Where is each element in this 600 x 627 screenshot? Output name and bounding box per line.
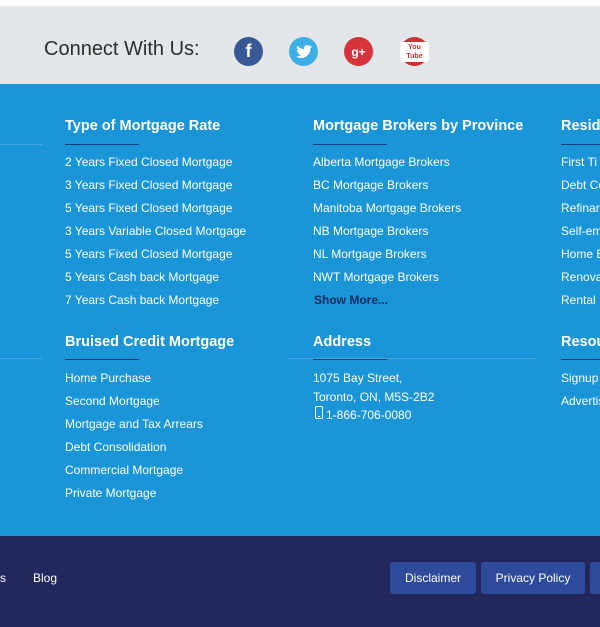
heading-resources: Resou — [561, 334, 600, 350]
phone-icon — [315, 406, 323, 419]
link-3yr-fixed[interactable]: 3 Years Fixed Closed Mortgage — [65, 178, 232, 192]
privacy-policy-button[interactable]: Privacy Policy — [481, 562, 585, 594]
facebook-icon[interactable]: f — [234, 37, 263, 66]
link-signup[interactable]: Signup — [561, 371, 598, 385]
link-advertise[interactable]: Advertis — [561, 394, 600, 408]
connect-title: Connect With Us: — [44, 38, 200, 60]
connect-bar: Connect With Us: f g+ You Tube — [0, 6, 600, 84]
heading-residential: Resid — [561, 118, 600, 134]
link-nwt[interactable]: NWT Mortgage Brokers — [313, 270, 439, 284]
link-debt-consolidation-bruised[interactable]: Debt Consolidation — [65, 440, 166, 454]
link-nb[interactable]: NB Mortgage Brokers — [313, 224, 428, 238]
disclaimer-button[interactable]: Disclaimer — [390, 562, 476, 594]
show-more-link[interactable]: Show More... — [314, 293, 388, 307]
heading-mortgage-rate: Type of Mortgage Rate — [65, 118, 221, 134]
footer-main: Type of Mortgage Rate 2 Years Fixed Clos… — [0, 84, 600, 536]
partial-button[interactable] — [590, 562, 600, 594]
link-first-time[interactable]: First Ti — [561, 155, 597, 169]
address-line1: 1075 Bay Street, — [313, 371, 403, 385]
heading-address: Address — [313, 334, 372, 350]
link-5yr-fixed-2[interactable]: 5 Years Fixed Closed Mortgage — [65, 247, 232, 261]
heading-underline — [561, 359, 600, 360]
link-5yr-fixed[interactable]: 5 Years Fixed Closed Mortgage — [65, 201, 232, 215]
heading-underline — [561, 144, 600, 145]
heading-brokers-province: Mortgage Brokers by Province — [313, 118, 524, 134]
heading-underline — [313, 144, 387, 145]
link-7yr-cashback[interactable]: 7 Years Cash back Mortgage — [65, 293, 219, 307]
link-renovation[interactable]: Renova — [561, 270, 600, 284]
link-home-equity[interactable]: Home E — [561, 247, 600, 261]
link-rental[interactable]: Rental — [561, 293, 596, 307]
link-manitoba[interactable]: Manitoba Mortgage Brokers — [313, 201, 461, 215]
youtube-icon[interactable]: You Tube — [400, 37, 429, 66]
link-nl[interactable]: NL Mortgage Brokers — [313, 247, 427, 261]
divider — [0, 358, 42, 359]
twitter-bird-icon — [295, 45, 312, 58]
heading-underline — [65, 144, 139, 145]
phone-number[interactable]: 1-866-706-0080 — [326, 408, 411, 422]
link-debt-consolidation[interactable]: Debt Co — [561, 178, 600, 192]
heading-underline — [65, 359, 139, 360]
youtube-logo-label: You Tube — [400, 41, 429, 62]
link-tax-arrears[interactable]: Mortgage and Tax Arrears — [65, 417, 203, 431]
link-3yr-variable[interactable]: 3 Years Variable Closed Mortgage — [65, 224, 246, 238]
google-plus-icon[interactable]: g+ — [344, 37, 373, 66]
blog-link[interactable]: Blog — [33, 571, 57, 585]
bottom-link-partial[interactable]: s — [0, 571, 6, 585]
link-2yr-fixed[interactable]: 2 Years Fixed Closed Mortgage — [65, 155, 232, 169]
twitter-icon[interactable] — [289, 37, 318, 66]
link-commercial-mortgage[interactable]: Commercial Mortgage — [65, 463, 183, 477]
bottom-bar: s Blog Disclaimer Privacy Policy — [0, 536, 600, 627]
link-alberta[interactable]: Alberta Mortgage Brokers — [313, 155, 450, 169]
link-second-mortgage[interactable]: Second Mortgage — [65, 394, 160, 408]
link-self-employed[interactable]: Self-em — [561, 224, 600, 238]
heading-bruised-credit: Bruised Credit Mortgage — [65, 334, 235, 350]
link-5yr-cashback[interactable]: 5 Years Cash back Mortgage — [65, 270, 219, 284]
link-bc[interactable]: BC Mortgage Brokers — [313, 178, 428, 192]
address-line2: Toronto, ON, M5S-2B2 — [313, 390, 435, 404]
link-private-mortgage[interactable]: Private Mortgage — [65, 486, 156, 500]
divider — [0, 144, 42, 145]
link-home-purchase[interactable]: Home Purchase — [65, 371, 151, 385]
heading-underline — [313, 359, 387, 360]
link-refinance[interactable]: Refinar — [561, 201, 600, 215]
